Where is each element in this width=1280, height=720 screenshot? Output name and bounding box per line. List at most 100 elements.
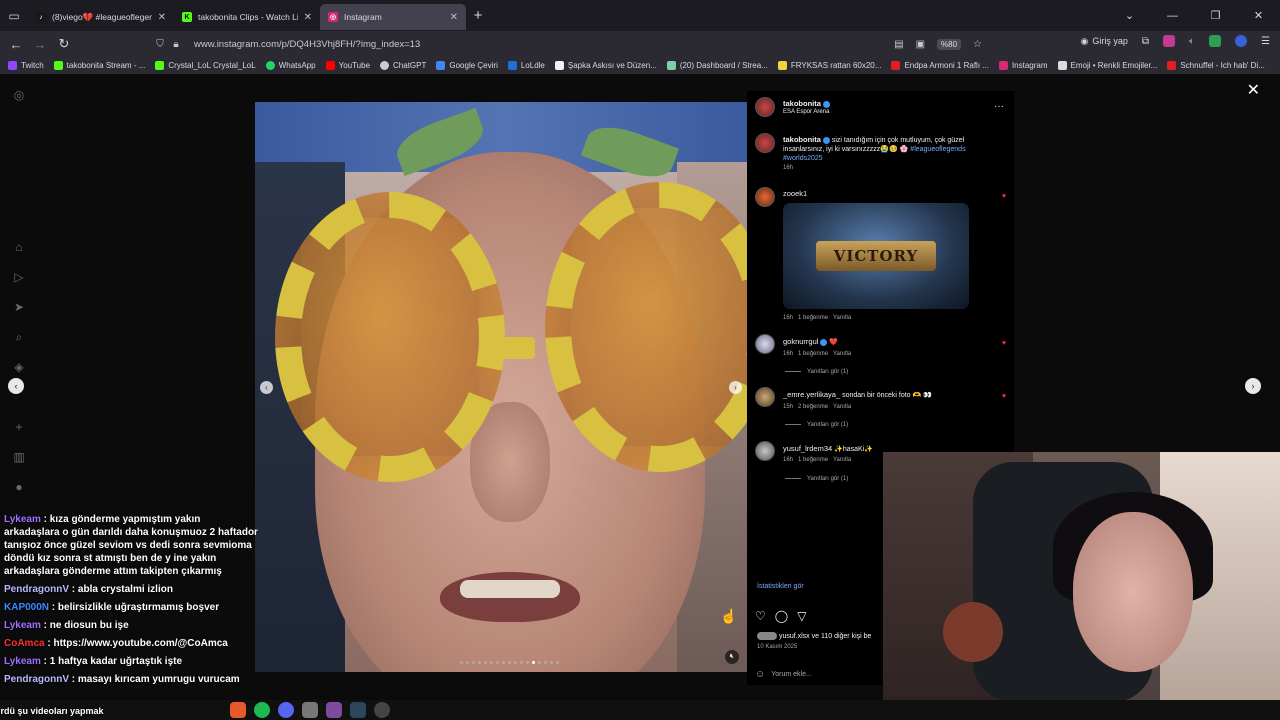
signin-button[interactable]: ◉ Giriş yap [1081, 36, 1128, 47]
shield-icon[interactable]: ⛉ [152, 39, 168, 50]
comment-likes[interactable]: 1 beğenme [798, 351, 828, 357]
comment-username[interactable]: goknurrgul [783, 337, 818, 346]
bookmark-item[interactable]: WhatsApp [265, 61, 316, 70]
tab-2[interactable]: ◎ Instagram ✕ [320, 4, 466, 30]
reload-icon[interactable]: ↻ [52, 36, 76, 52]
minimize-icon[interactable]: — [1151, 10, 1194, 22]
liked-by-text[interactable]: yusuf.xlsx ve 110 diğer kişi be [779, 633, 871, 640]
mute-icon[interactable]: 🔇︎ [725, 650, 739, 664]
view-replies-button[interactable]: Yanıtları gör (1) [785, 422, 848, 428]
search-icon[interactable]: ⌕ [11, 330, 27, 346]
comment-likes[interactable]: 2 beğenme [798, 404, 828, 410]
reply-button[interactable]: Yanıtla [833, 351, 851, 357]
profile-extension-icon[interactable] [1235, 35, 1248, 47]
reply-button[interactable]: Yanıtla [833, 315, 851, 321]
comment-icon[interactable]: ◯ [775, 609, 788, 623]
home-icon[interactable]: ⌂ [11, 240, 27, 256]
bookmark-item[interactable]: Google Çeviri [436, 61, 498, 70]
folder-icon[interactable] [302, 702, 318, 718]
comment-likes[interactable]: 1 beğenme [798, 457, 828, 463]
heart-icon[interactable]: ♥ [1002, 393, 1006, 400]
close-modal-icon[interactable]: ✕ [1247, 80, 1260, 100]
avatar[interactable] [755, 187, 775, 207]
forward-icon[interactable]: → [28, 37, 52, 52]
photo-next-icon[interactable]: › [729, 381, 742, 394]
menu-icon[interactable]: ☰ [1261, 36, 1270, 47]
tab-overflow-icon[interactable]: ⌄ [1108, 9, 1151, 22]
url-text[interactable]: www.instagram.com/p/DQ4H3Vhj8FH/?img_ind… [194, 39, 420, 50]
close-tab-icon[interactable]: ✕ [158, 12, 166, 23]
bookmark-item[interactable]: Şapka Askısı ve Düzen... [554, 61, 657, 70]
extensions-icon[interactable]: ⧉ [1142, 36, 1149, 47]
instagram-logo-icon[interactable]: ◎ [11, 88, 27, 104]
emoji-icon[interactable]: ☺ [755, 669, 765, 680]
tab-list-icon[interactable]: ▭ [0, 0, 28, 31]
post-username[interactable]: takobonita [783, 99, 821, 108]
avatar[interactable] [755, 97, 775, 117]
tab-1[interactable]: K takobonita Clips - Watch Live o ✕ [174, 4, 320, 30]
bookmark-item[interactable]: Instagram [998, 61, 1048, 70]
steam-icon[interactable] [350, 702, 366, 718]
speaker-icon[interactable]: 🔈︎ [1189, 36, 1195, 47]
comment-username[interactable]: zooek1 [783, 189, 807, 198]
close-tab-icon[interactable]: ✕ [304, 12, 312, 23]
messages-icon[interactable]: ➤ [11, 300, 27, 316]
new-tab-button[interactable]: + [466, 7, 490, 24]
bookmark-item[interactable]: Endpa Armoni 1 Raflı ... [891, 61, 989, 70]
discord-icon[interactable] [278, 702, 294, 718]
create-icon[interactable]: + [11, 420, 27, 436]
bookmark-item[interactable]: takobonita Stream - ... [53, 61, 145, 70]
reply-button[interactable]: Yanıtla [833, 457, 851, 463]
bookmark-item[interactable]: Twitch [8, 61, 44, 70]
maximize-icon[interactable]: ❐ [1194, 9, 1237, 22]
bookmark-item[interactable]: YouTube [325, 61, 370, 70]
firefox-icon[interactable] [230, 702, 246, 718]
insights-link[interactable]: İstatistikleri gör [757, 583, 804, 590]
view-replies-button[interactable]: Yanıtları gör (1) [785, 476, 848, 482]
bookmark-item[interactable]: FRYKSAS rattan 60x20... [777, 61, 881, 70]
comment-username[interactable]: yusuf_lrdem34 [783, 444, 832, 453]
extension-icon[interactable] [1163, 35, 1176, 47]
close-window-icon[interactable]: ✕ [1237, 9, 1280, 22]
bookmark-item[interactable]: ChatGPT [380, 61, 426, 70]
url-bar[interactable]: ⛉ 🔒︎ www.instagram.com/p/DQ4H3Vhj8FH/?im… [152, 34, 988, 54]
bookmark-item[interactable]: Crystal_LoL Crystal_LoL [155, 61, 256, 70]
back-icon[interactable]: ← [4, 37, 28, 52]
explore-icon[interactable]: ◈ [11, 360, 27, 376]
obs-icon[interactable] [326, 702, 342, 718]
profile-icon[interactable]: ● [11, 480, 27, 496]
post-location[interactable]: ESA Espor Arena [783, 109, 829, 115]
spotify-icon[interactable] [254, 702, 270, 718]
bookmark-item[interactable]: (20) Dashboard / Strea... [666, 61, 768, 70]
picture-icon[interactable]: ▣ [916, 39, 925, 50]
post-photo[interactable]: ‹ › 🔇︎ [255, 102, 747, 672]
lock-icon[interactable]: 🔒︎ [168, 39, 184, 50]
heart-icon[interactable]: ♥ [1002, 193, 1006, 200]
comment-username[interactable]: _emre.yerlikaya_ [783, 390, 840, 399]
caption-username[interactable]: takobonita [783, 135, 821, 144]
comment-image[interactable]: VICTORY [783, 203, 969, 309]
reader-view-icon[interactable]: ▤ [894, 39, 903, 50]
next-post-icon[interactable]: › [1245, 378, 1261, 394]
share-icon[interactable]: ▽ [797, 609, 806, 623]
bookmark-item[interactable]: Schnuffel - Ich hab' Di... [1167, 61, 1265, 70]
zoom-level[interactable]: %80 [937, 38, 962, 50]
tab-0[interactable]: ♪ (8)viego💔 #leagueoflegends ✕ [28, 4, 174, 30]
avatar[interactable] [755, 441, 775, 461]
comment-likes[interactable]: 1 beğenme [798, 315, 828, 321]
dashboard-icon[interactable]: ▥ [11, 450, 27, 466]
like-icon[interactable]: ♡ [755, 609, 766, 623]
reply-button[interactable]: Yanıtla [833, 404, 851, 410]
shield-extension-icon[interactable] [1209, 35, 1222, 47]
more-options-icon[interactable]: ··· [994, 101, 1004, 112]
view-replies-button[interactable]: Yanıtları gör (1) [785, 369, 848, 375]
heart-icon[interactable]: ♥ [1002, 340, 1006, 347]
avatar[interactable] [755, 387, 775, 407]
close-tab-icon[interactable]: ✕ [450, 12, 458, 23]
avatar[interactable] [755, 133, 775, 153]
reels-icon[interactable]: ▷ [11, 270, 27, 286]
settings-icon[interactable] [374, 702, 390, 718]
previous-post-icon[interactable]: ‹ [8, 378, 24, 394]
avatar[interactable] [755, 334, 775, 354]
bookmark-item[interactable]: Emoji • Renkli Emojiler... [1057, 61, 1157, 70]
